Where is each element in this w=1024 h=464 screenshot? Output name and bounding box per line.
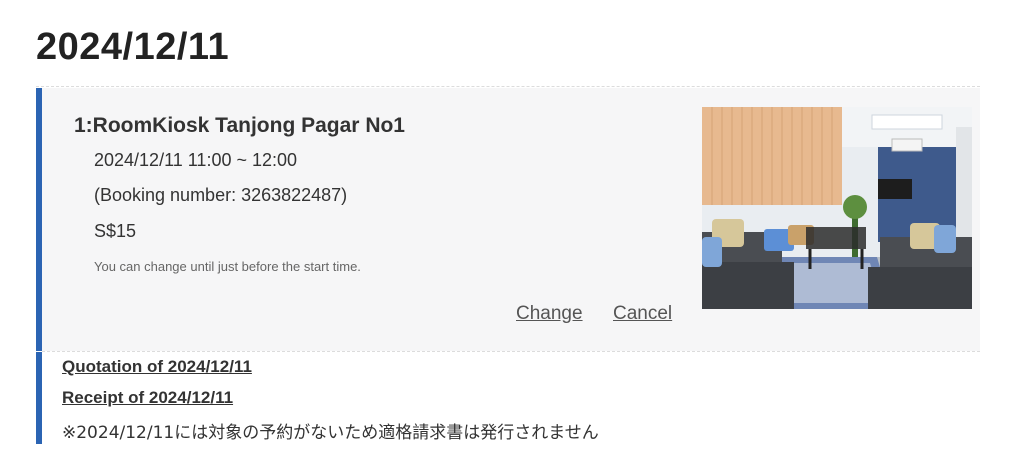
booking-card: 1:RoomKiosk Tanjong Pagar No1 2024/12/11… — [36, 88, 980, 351]
booking-number: (Booking number: 3263822487) — [94, 185, 348, 205]
change-link[interactable]: Change — [516, 303, 583, 325]
bottom-divider — [42, 351, 980, 352]
top-divider — [36, 86, 980, 87]
quotation-link[interactable]: Quotation of 2024/12/11 — [62, 357, 252, 377]
invoice-note: ※2024/12/11には対象の予約がないため適格請求書は発行されません — [62, 423, 599, 443]
cancel-link[interactable]: Cancel — [613, 303, 672, 325]
change-note: You can change until just before the sta… — [94, 259, 361, 274]
room-photo — [702, 107, 972, 309]
room-photo-illustration — [702, 107, 972, 309]
date-heading: 2024/12/11 — [36, 26, 230, 68]
booking-price: S$15 — [94, 221, 137, 241]
receipt-link[interactable]: Receipt of 2024/12/11 — [62, 388, 233, 408]
accent-bar — [36, 352, 42, 444]
room-name: 1:RoomKiosk Tanjong Pagar No1 — [74, 114, 405, 137]
booking-time: 2024/12/11 11:00 ~ 12:00 — [94, 150, 298, 170]
